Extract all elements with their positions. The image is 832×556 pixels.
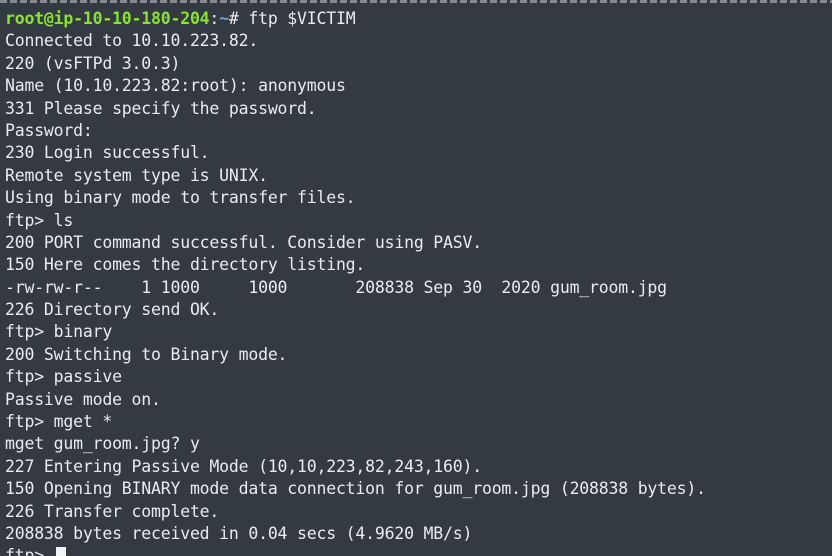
output-line: 230 Login successful. bbox=[5, 143, 210, 163]
output-line: 150 Here comes the directory listing. bbox=[5, 255, 366, 275]
output-line: 150 Opening BINARY mode data connection … bbox=[5, 479, 706, 499]
terminal-window[interactable]: root@ip-10-10-180-204:~# ftp $VICTIM Con… bbox=[0, 0, 832, 556]
ftp-prompt: ftp> bbox=[5, 546, 54, 556]
output-line: Remote system type is UNIX. bbox=[5, 165, 268, 185]
output-line: Using binary mode to transfer files. bbox=[5, 188, 356, 208]
output-line: 200 Switching to Binary mode. bbox=[5, 344, 288, 364]
output-line: Name (10.10.223.82:root): anonymous bbox=[5, 76, 346, 96]
output-line: 226 Transfer complete. bbox=[5, 501, 220, 521]
output-line: ftp> ls bbox=[5, 210, 74, 230]
prompt-separator: : bbox=[209, 9, 220, 28]
output-line: 331 Please specify the password. bbox=[5, 98, 317, 118]
output-line: ftp> binary bbox=[5, 322, 113, 342]
prompt-user-host: root@ip-10-10-180-204 bbox=[5, 9, 210, 28]
output-line: 227 Entering Passive Mode (10,10,223,82,… bbox=[5, 456, 482, 476]
output-line: mget gum_room.jpg? y bbox=[5, 434, 200, 454]
output-line: 200 PORT command successful. Consider us… bbox=[5, 232, 482, 252]
output-line: Password: bbox=[5, 120, 93, 140]
output-line: 208838 bytes received in 0.04 secs (4.96… bbox=[5, 523, 473, 543]
scrolled-line-remnant bbox=[0, 0, 832, 3]
prompt-path: ~ bbox=[219, 9, 229, 28]
output-line: Connected to 10.10.223.82. bbox=[5, 31, 259, 51]
output-line: -rw-rw-r-- 1 1000 1000 208838 Sep 30 202… bbox=[5, 277, 667, 297]
prompt-symbol: # bbox=[228, 9, 249, 28]
output-line: 220 (vsFTPd 3.0.3) bbox=[5, 53, 181, 73]
output-line: Passive mode on. bbox=[5, 389, 161, 409]
output-line: ftp> mget * bbox=[5, 412, 113, 432]
output-line: ftp> passive bbox=[5, 367, 122, 387]
output-line: 226 Directory send OK. bbox=[5, 300, 220, 320]
ftp-input-line[interactable]: ftp> bbox=[5, 545, 832, 556]
shell-prompt-line: root@ip-10-10-180-204:~# ftp $VICTIM bbox=[5, 8, 832, 30]
text-cursor bbox=[55, 547, 66, 556]
terminal-output: root@ip-10-10-180-204:~# ftp $VICTIM Con… bbox=[5, 8, 832, 556]
prompt-command: ftp $VICTIM bbox=[248, 9, 356, 28]
